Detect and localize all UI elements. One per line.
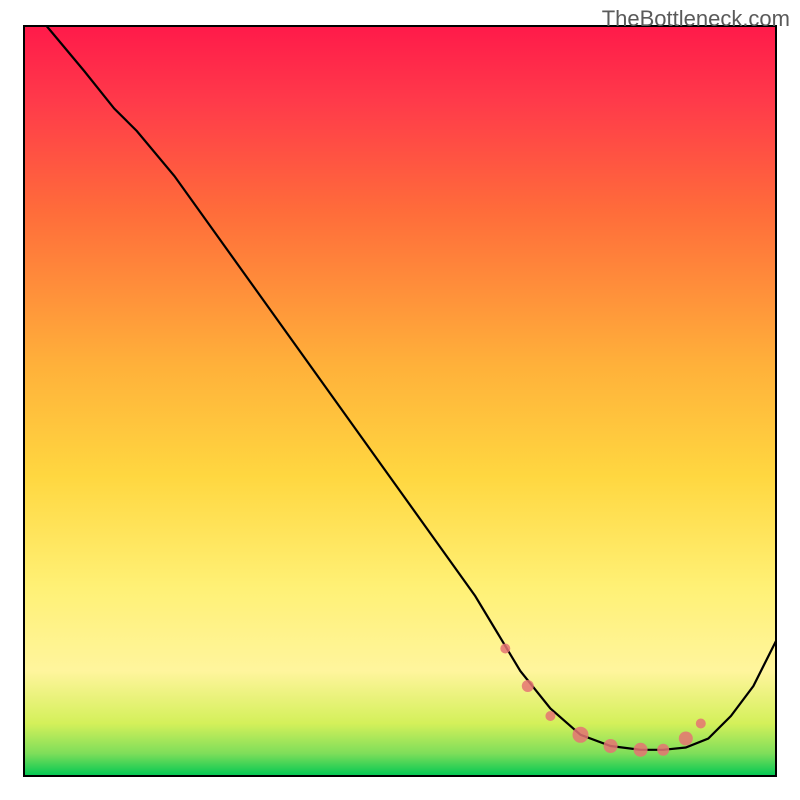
watermark-text: TheBottleneck.com xyxy=(602,6,790,32)
plot-background xyxy=(24,26,776,776)
data-marker xyxy=(604,739,618,753)
data-marker xyxy=(634,743,648,757)
chart-svg xyxy=(0,0,800,800)
data-marker xyxy=(500,644,510,654)
data-marker xyxy=(522,680,534,692)
data-marker xyxy=(657,744,669,756)
data-marker xyxy=(545,711,555,721)
data-marker xyxy=(679,732,693,746)
data-marker xyxy=(696,719,706,729)
chart-area xyxy=(0,0,800,800)
data-marker xyxy=(573,727,589,743)
